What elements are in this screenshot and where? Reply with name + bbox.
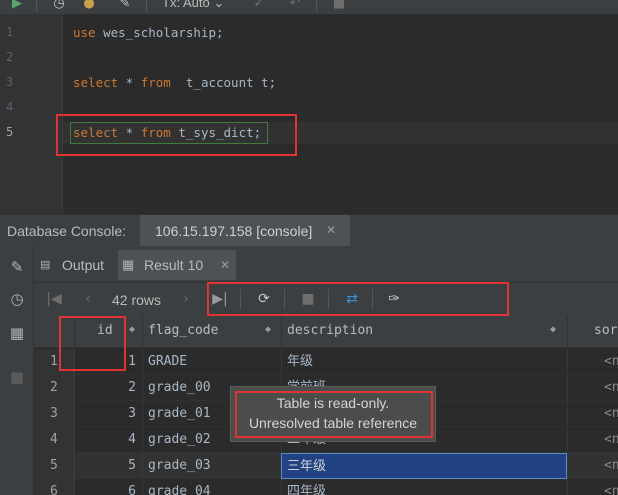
line-number: 1 [6,25,14,39]
cell-description-editing[interactable]: 三年级 [281,453,567,479]
row-number: 6 [34,479,74,495]
cell-id[interactable]: 2 [74,375,142,401]
tab-output-label: Output [62,257,105,273]
stop-icon[interactable]: ■ [8,368,26,386]
close-icon[interactable]: ✕ [326,223,336,237]
tab-result[interactable]: ▦ Result 10 ✕ [118,250,236,280]
cell-sort[interactable]: <n [567,375,618,401]
row-number: 4 [34,427,74,453]
cell-sort[interactable]: <n [567,427,618,453]
layout-icon[interactable]: ▦ [8,324,26,342]
tab-result-label: Result 10 [144,257,204,273]
annotation-box-id-column [59,316,126,371]
code-line[interactable]: select * from t_account t; [73,75,276,90]
row-count[interactable]: 42 rows [112,292,161,308]
sort-icon[interactable]: ◆ [265,324,271,335]
line-number-gutter [0,14,62,214]
cell-sort[interactable]: <n [567,401,618,427]
toolbar-separator [146,0,147,12]
cell-flag-code[interactable]: grade_04 [142,479,281,495]
console-header: Database Console: 106.15.197.158 [consol… [0,214,618,247]
table-row[interactable]: 6 6 grade_04 四年级 <n [34,479,618,495]
cell-description[interactable]: 年级 [281,349,567,375]
profile-icon[interactable]: ● [82,0,96,11]
cell-sort[interactable]: <n [567,479,618,495]
tab-output[interactable]: ▤ Output [38,250,116,280]
line-number-active: 5 [6,125,14,139]
sort-icon[interactable]: ◆ [129,324,135,335]
result-tab-bar: ▤ Output ▦ Result 10 ✕ [34,246,618,282]
row-number: 2 [34,375,74,401]
output-icon: ▤ [40,259,51,271]
line-number: 4 [6,100,14,114]
cell-sort[interactable]: <n [567,453,618,479]
wrench-icon[interactable]: ✎ [8,258,26,276]
column-header-flag-code[interactable]: flag_code ◆ [142,316,281,348]
cell-description[interactable]: 四年级 [281,479,567,495]
console-tab[interactable]: 106.15.197.158 [console] ✕ [140,215,350,247]
transaction-mode-select[interactable]: Tx: Auto ⌄ [162,0,224,11]
console-title: Database Console: [7,223,127,239]
table-grid-icon: ▦ [122,257,135,272]
column-header-description[interactable]: description ◆ [281,316,567,348]
cell-id[interactable]: 3 [74,401,142,427]
previous-page-icon[interactable]: ‹ [80,291,96,307]
annotation-box-grid-actions [207,282,509,316]
first-page-icon[interactable]: |◀ [46,291,62,307]
history-icon[interactable]: ◷ [52,0,66,11]
row-number: 3 [34,401,74,427]
left-tool-strip: ✎ ◷ ▦ ■ [0,246,34,495]
line-number: 2 [6,50,14,64]
run-icon[interactable]: ▶ [10,0,24,11]
next-page-icon[interactable]: › [178,291,194,307]
column-header-sort[interactable]: sor [567,316,618,348]
cell-flag-code[interactable]: GRADE [142,349,281,375]
annotation-box-tooltip [235,391,433,438]
code-line[interactable]: use wes_scholarship; [73,25,224,40]
line-number: 3 [6,75,14,89]
close-icon[interactable]: ✕ [220,258,230,272]
rollback-icon[interactable]: ↶ [288,0,302,11]
table-row-selected[interactable]: 5 5 grade_03 三年级 <n [34,453,618,479]
stop-icon[interactable]: ■ [332,0,346,11]
toolbar-separator [36,0,37,12]
console-tab-label: 106.15.197.158 [console] [155,223,313,239]
cell-id[interactable]: 4 [74,427,142,453]
wrench-icon[interactable]: ✎ [118,0,132,11]
main-toolbar: ▶ ◷ ● ✎ Tx: Auto ⌄ ✓ ↶ ■ [0,0,618,14]
cell-flag-code[interactable]: grade_03 [142,453,281,479]
annotation-box-statement [56,114,297,156]
commit-icon[interactable]: ✓ [252,0,266,11]
cell-sort[interactable]: <n [567,349,618,375]
toolbar-separator [316,0,317,12]
clock-icon[interactable]: ◷ [8,290,26,308]
cell-id[interactable]: 6 [74,479,142,495]
row-number: 5 [34,453,74,479]
cell-id[interactable]: 5 [74,453,142,479]
sort-icon[interactable]: ◆ [550,324,556,335]
